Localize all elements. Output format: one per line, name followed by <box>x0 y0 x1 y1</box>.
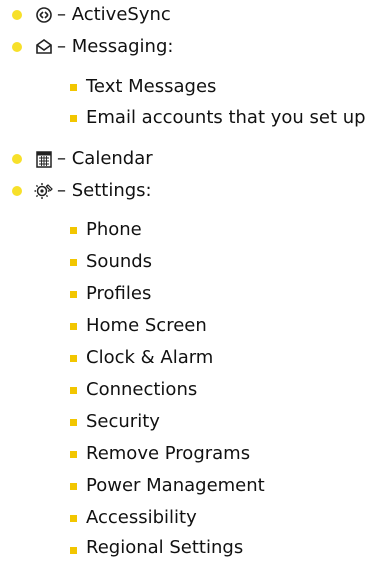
sub-list-item: Email accounts that you set up <box>86 107 366 128</box>
sub-bullet <box>70 547 77 554</box>
sub-list-item: Remove Programs <box>86 443 251 464</box>
sub-list-item: Home Screen <box>86 315 207 336</box>
item-label: – Settings: <box>57 180 152 201</box>
sub-list-item: Power Management <box>86 475 265 496</box>
sub-bullet <box>70 323 77 330</box>
sub-list-item: Accessibility <box>86 507 197 528</box>
sub-list-item: Connections <box>86 379 198 400</box>
sub-list-item: Profiles <box>86 283 152 304</box>
list-item-activesync: – ActiveSync <box>33 3 171 27</box>
sub-bullet <box>70 483 77 490</box>
sub-bullet <box>70 419 77 426</box>
sub-bullet <box>70 355 77 362</box>
bullet <box>12 186 22 196</box>
sub-list-item: Phone <box>86 219 142 240</box>
sub-bullet <box>70 515 77 522</box>
bullet <box>12 154 22 164</box>
sub-bullet <box>70 387 77 394</box>
sub-list-item: Regional Settings <box>86 537 244 558</box>
item-label: – Messaging: <box>57 36 174 57</box>
sub-bullet <box>70 84 77 91</box>
calendar-icon <box>33 148 55 170</box>
bullet <box>12 42 22 52</box>
sub-list-item: Security <box>86 411 160 432</box>
list-item-calendar: – Calendar <box>33 147 153 171</box>
sub-list-item: Text Messages <box>86 76 217 97</box>
sub-list-item: Clock & Alarm <box>86 347 214 368</box>
settings-icon <box>33 180 55 202</box>
messaging-icon <box>33 36 55 58</box>
bullet <box>12 10 22 20</box>
item-label: – ActiveSync <box>57 4 171 25</box>
sub-bullet <box>70 291 77 298</box>
sub-bullet <box>70 227 77 234</box>
activesync-icon <box>33 4 55 26</box>
sub-bullet <box>70 451 77 458</box>
item-label: – Calendar <box>57 148 153 169</box>
sub-bullet <box>70 259 77 266</box>
sub-bullet <box>70 115 77 122</box>
sub-list-item: Sounds <box>86 251 153 272</box>
list-item-settings: – Settings: <box>33 179 152 203</box>
list-item-messaging: – Messaging: <box>33 35 173 59</box>
